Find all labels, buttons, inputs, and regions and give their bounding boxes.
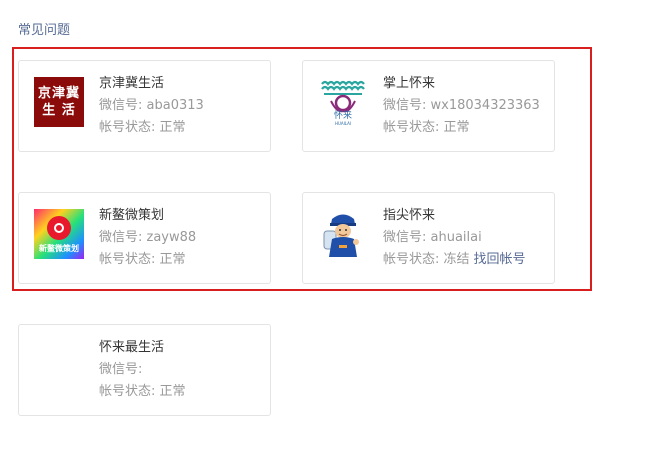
worker-mascot-graphic <box>323 214 359 257</box>
xinao-logo-icon: 新鳌微策划 <box>34 209 84 259</box>
section-title[interactable]: 常见问题 <box>18 19 70 38</box>
blank-avatar <box>34 341 84 391</box>
account-wechat-id: 微信号: ahuailai <box>383 230 482 245</box>
account-card-zhangshang-huailai[interactable]: 怀来 HUAILAI 掌上怀来 微信号: wx18034323363 帐号状态:… <box>302 60 555 152</box>
jingjinji-logo-icon: 京津冀 生 活 <box>34 77 84 127</box>
avatar-text-line-1: 怀来 <box>333 111 352 121</box>
account-card-zhijian-huailai[interactable]: 指尖怀来 微信号: ahuailai 帐号状态: 冻结 找回帐号 <box>302 192 555 284</box>
worker-mascot-icon <box>318 209 368 259</box>
account-name: 指尖怀来 <box>383 208 436 223</box>
avatar-text-line-2: HUAILAI <box>334 121 352 126</box>
account-wechat-id: 微信号: <box>99 362 143 377</box>
account-status-row: 帐号状态: 冻结 找回帐号 <box>383 249 550 271</box>
account-status: 帐号状态: 正常 <box>99 120 186 135</box>
account-info: 掌上怀来 微信号: wx18034323363 帐号状态: 正常 <box>383 73 550 139</box>
huailai-logo-icon: 怀来 HUAILAI <box>318 77 368 127</box>
account-name: 掌上怀来 <box>383 76 436 91</box>
account-status: 帐号状态: 正常 <box>383 120 470 135</box>
account-card-jingjinji[interactable]: 京津冀 生 活 京津冀生活 微信号: aba0313 帐号状态: 正常 <box>18 60 271 152</box>
account-status: 帐号状态: 正常 <box>99 384 186 399</box>
account-status: 帐号状态: 正常 <box>99 252 186 267</box>
account-info: 京津冀生活 微信号: aba0313 帐号状态: 正常 <box>99 73 266 139</box>
account-name: 怀来最生活 <box>99 340 165 355</box>
avatar-text-line-2: 生 活 <box>42 103 76 118</box>
account-info: 怀来最生活 微信号: 帐号状态: 正常 <box>99 337 266 403</box>
avatar-text-line-1: 京津冀 <box>37 86 80 101</box>
account-wechat-id: 微信号: zayw88 <box>99 230 197 245</box>
account-card-huailai-zuishenghuo[interactable]: 怀来最生活 微信号: 帐号状态: 正常 <box>18 324 271 416</box>
recover-account-link[interactable]: 找回帐号 <box>474 252 526 267</box>
account-info: 新鳌微策划 微信号: zayw88 帐号状态: 正常 <box>99 205 266 271</box>
account-name: 新鳌微策划 <box>99 208 165 223</box>
blob-ring-shape <box>54 223 64 233</box>
avatar-caption: 新鳌微策划 <box>39 244 79 253</box>
account-card-xinao[interactable]: 新鳌微策划 新鳌微策划 微信号: zayw88 帐号状态: 正常 <box>18 192 271 284</box>
account-wechat-id: 微信号: aba0313 <box>99 98 204 113</box>
account-name: 京津冀生活 <box>99 76 165 91</box>
account-status: 帐号状态: 冻结 <box>383 252 470 267</box>
account-info: 指尖怀来 微信号: ahuailai 帐号状态: 冻结 找回帐号 <box>383 205 550 271</box>
account-list-page: 常见问题 京津冀 生 活 京津冀生活 微信号: aba0313 帐号状态: 正常… <box>0 0 658 462</box>
account-wechat-id: 微信号: wx18034323363 <box>383 98 540 113</box>
